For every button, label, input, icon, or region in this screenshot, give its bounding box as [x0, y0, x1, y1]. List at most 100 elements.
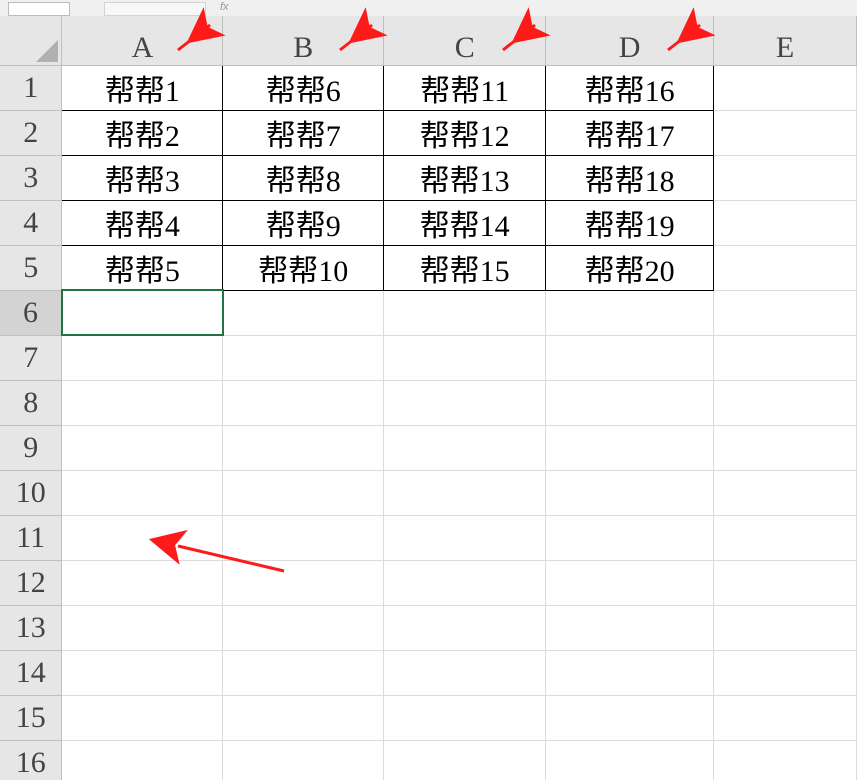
cell-C4[interactable]: 帮帮14 — [384, 200, 546, 245]
cell-E10[interactable] — [714, 470, 857, 515]
cell-E5[interactable] — [714, 245, 857, 290]
spreadsheet-grid[interactable]: A B C D E 1 帮帮1 帮帮6 帮帮11 帮帮16 2 帮帮2 帮帮7 … — [0, 16, 857, 780]
cell-D12[interactable] — [546, 560, 714, 605]
cell-C11[interactable] — [384, 515, 546, 560]
cell-A3[interactable]: 帮帮3 — [62, 155, 223, 200]
cell-C8[interactable] — [384, 380, 546, 425]
column-header-B[interactable]: B — [223, 16, 384, 65]
row-header-16[interactable]: 16 — [0, 740, 62, 780]
row-header-11[interactable]: 11 — [0, 515, 62, 560]
cell-A10[interactable] — [62, 470, 223, 515]
cell-C15[interactable] — [384, 695, 546, 740]
cell-B16[interactable] — [223, 740, 384, 780]
cell-D7[interactable] — [546, 335, 714, 380]
cell-E7[interactable] — [714, 335, 857, 380]
cell-D11[interactable] — [546, 515, 714, 560]
cell-B11[interactable] — [223, 515, 384, 560]
cell-A7[interactable] — [62, 335, 223, 380]
cell-A2[interactable]: 帮帮2 — [62, 110, 223, 155]
cell-E13[interactable] — [714, 605, 857, 650]
cell-C10[interactable] — [384, 470, 546, 515]
cell-B9[interactable] — [223, 425, 384, 470]
cell-C12[interactable] — [384, 560, 546, 605]
cell-D15[interactable] — [546, 695, 714, 740]
cell-A6[interactable] — [62, 290, 223, 335]
cell-E14[interactable] — [714, 650, 857, 695]
row-header-4[interactable]: 4 — [0, 200, 62, 245]
cell-D13[interactable] — [546, 605, 714, 650]
row-header-12[interactable]: 12 — [0, 560, 62, 605]
cell-D5[interactable]: 帮帮20 — [546, 245, 714, 290]
cell-B12[interactable] — [223, 560, 384, 605]
cell-D9[interactable] — [546, 425, 714, 470]
cell-C1[interactable]: 帮帮11 — [384, 65, 546, 110]
row-header-5[interactable]: 5 — [0, 245, 62, 290]
cell-A4[interactable]: 帮帮4 — [62, 200, 223, 245]
cell-B3[interactable]: 帮帮8 — [223, 155, 384, 200]
cell-B1[interactable]: 帮帮6 — [223, 65, 384, 110]
formula-input[interactable] — [104, 2, 206, 16]
cell-D8[interactable] — [546, 380, 714, 425]
cell-A14[interactable] — [62, 650, 223, 695]
cell-B2[interactable]: 帮帮7 — [223, 110, 384, 155]
cell-B15[interactable] — [223, 695, 384, 740]
cell-D14[interactable] — [546, 650, 714, 695]
cell-E6[interactable] — [714, 290, 857, 335]
cell-B7[interactable] — [223, 335, 384, 380]
cell-E11[interactable] — [714, 515, 857, 560]
cell-E9[interactable] — [714, 425, 857, 470]
cell-C14[interactable] — [384, 650, 546, 695]
cell-A15[interactable] — [62, 695, 223, 740]
cell-C3[interactable]: 帮帮13 — [384, 155, 546, 200]
cell-B5[interactable]: 帮帮10 — [223, 245, 384, 290]
cell-A5[interactable]: 帮帮5 — [62, 245, 223, 290]
cell-D1[interactable]: 帮帮16 — [546, 65, 714, 110]
cell-E15[interactable] — [714, 695, 857, 740]
row-header-6[interactable]: 6 — [0, 290, 62, 335]
cell-A16[interactable] — [62, 740, 223, 780]
cell-E1[interactable] — [714, 65, 857, 110]
cell-A12[interactable] — [62, 560, 223, 605]
cell-D4[interactable]: 帮帮19 — [546, 200, 714, 245]
name-box[interactable] — [8, 2, 70, 16]
column-header-E[interactable]: E — [714, 16, 857, 65]
cell-A8[interactable] — [62, 380, 223, 425]
column-header-D[interactable]: D — [546, 16, 714, 65]
cell-B14[interactable] — [223, 650, 384, 695]
cell-B10[interactable] — [223, 470, 384, 515]
cell-E4[interactable] — [714, 200, 857, 245]
cell-B6[interactable] — [223, 290, 384, 335]
cell-D10[interactable] — [546, 470, 714, 515]
row-header-7[interactable]: 7 — [0, 335, 62, 380]
cell-C2[interactable]: 帮帮12 — [384, 110, 546, 155]
cell-D16[interactable] — [546, 740, 714, 780]
cell-E2[interactable] — [714, 110, 857, 155]
column-header-C[interactable]: C — [384, 16, 546, 65]
cell-B13[interactable] — [223, 605, 384, 650]
cell-D6[interactable] — [546, 290, 714, 335]
row-header-15[interactable]: 15 — [0, 695, 62, 740]
cell-E3[interactable] — [714, 155, 857, 200]
cell-D3[interactable]: 帮帮18 — [546, 155, 714, 200]
cell-E8[interactable] — [714, 380, 857, 425]
cell-C9[interactable] — [384, 425, 546, 470]
column-header-A[interactable]: A — [62, 16, 223, 65]
row-header-1[interactable]: 1 — [0, 65, 62, 110]
row-header-9[interactable]: 9 — [0, 425, 62, 470]
cell-A11[interactable] — [62, 515, 223, 560]
cell-C16[interactable] — [384, 740, 546, 780]
row-header-10[interactable]: 10 — [0, 470, 62, 515]
row-header-14[interactable]: 14 — [0, 650, 62, 695]
cell-C5[interactable]: 帮帮15 — [384, 245, 546, 290]
cell-B8[interactable] — [223, 380, 384, 425]
cell-A1[interactable]: 帮帮1 — [62, 65, 223, 110]
row-header-8[interactable]: 8 — [0, 380, 62, 425]
row-header-13[interactable]: 13 — [0, 605, 62, 650]
cell-E16[interactable] — [714, 740, 857, 780]
cell-C13[interactable] — [384, 605, 546, 650]
cell-E12[interactable] — [714, 560, 857, 605]
cell-A13[interactable] — [62, 605, 223, 650]
row-header-3[interactable]: 3 — [0, 155, 62, 200]
row-header-2[interactable]: 2 — [0, 110, 62, 155]
cell-C6[interactable] — [384, 290, 546, 335]
